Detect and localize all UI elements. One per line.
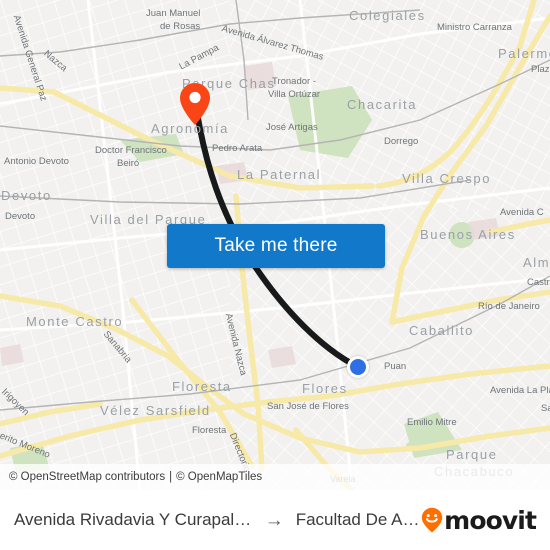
map-pin-icon <box>180 83 210 125</box>
moovit-wordmark: moovit <box>444 505 537 535</box>
destination-station-label[interactable]: Facultad De Agr... <box>296 510 421 530</box>
map-canvas[interactable]: Colegiales Ministro Carranza Juan Manuel de… <box>0 0 550 490</box>
origin-marker-pin[interactable] <box>179 82 211 126</box>
moovit-route-map-screen: Colegiales Ministro Carranza Juan Manuel de… <box>0 0 550 550</box>
route-summary-bar: Avenida Rivadavia Y Curapaligü... → Facu… <box>0 490 550 550</box>
osm-attribution-link[interactable]: © OpenStreetMap contributors <box>9 471 165 483</box>
arrow-right-icon: → <box>264 509 284 531</box>
take-me-there-button[interactable]: Take me there <box>167 224 385 268</box>
openmaptiles-attribution-link[interactable]: © OpenMapTiles <box>176 471 262 483</box>
map-attribution: © OpenStreetMap contributors | © OpenMap… <box>0 464 550 490</box>
attribution-separator: | <box>169 471 173 483</box>
moovit-logo[interactable]: moovit <box>421 505 537 535</box>
moovit-pin-icon <box>421 507 443 533</box>
destination-marker-dot[interactable] <box>347 356 369 378</box>
origin-station-label[interactable]: Avenida Rivadavia Y Curapaligü... <box>14 510 253 530</box>
